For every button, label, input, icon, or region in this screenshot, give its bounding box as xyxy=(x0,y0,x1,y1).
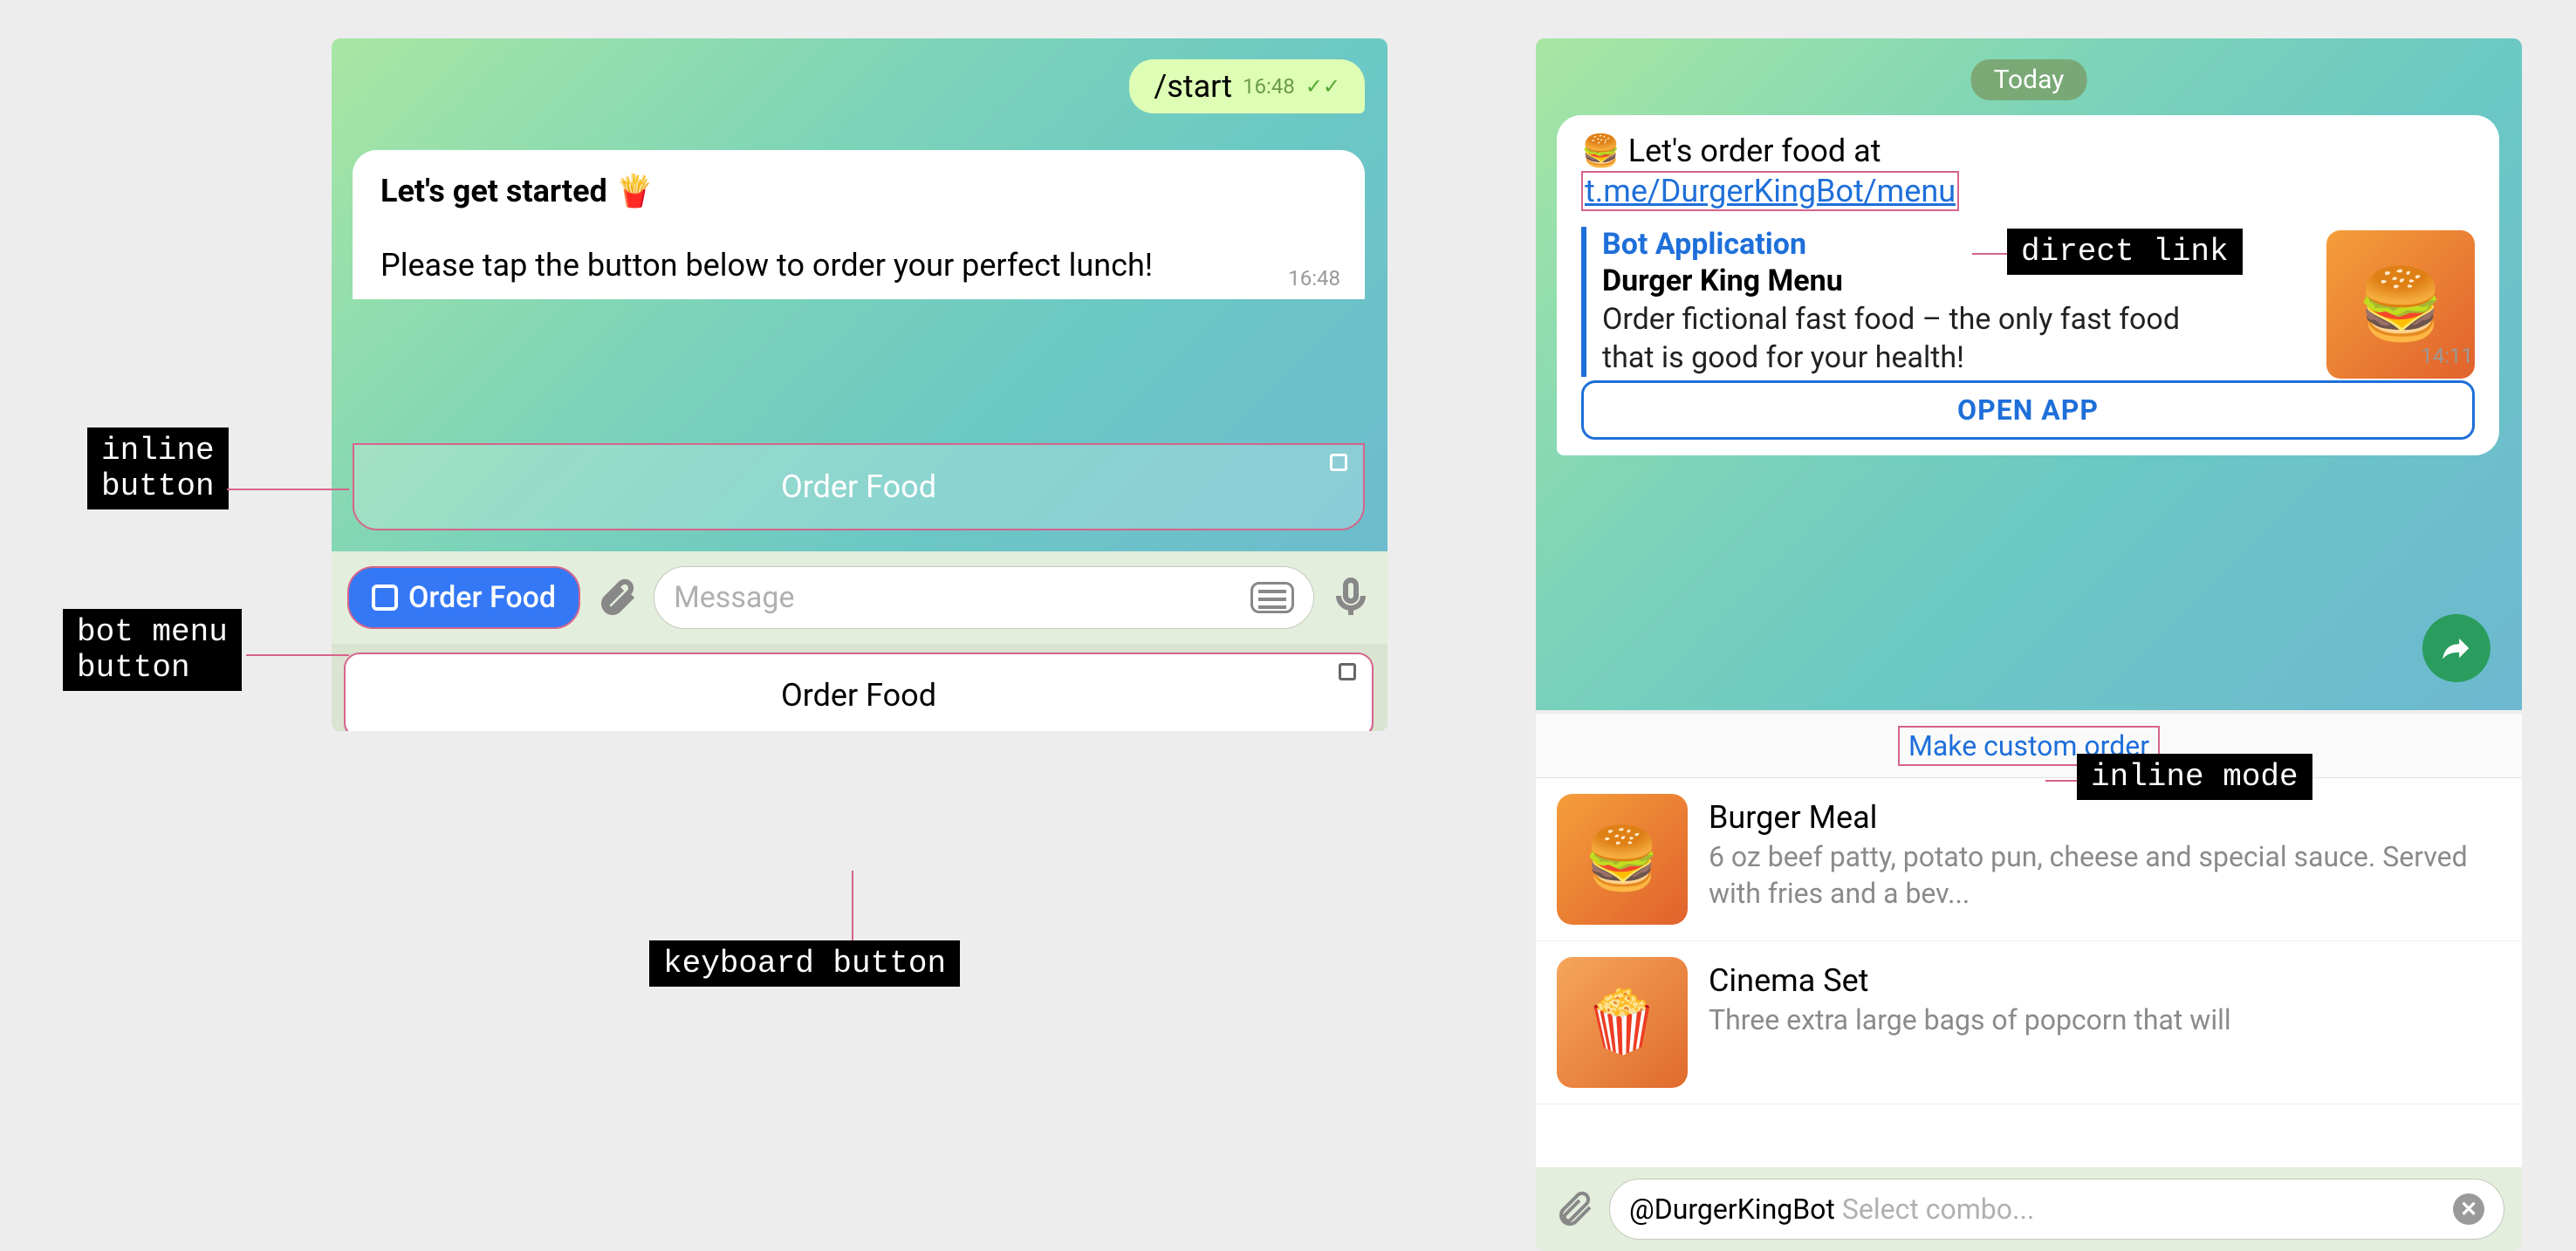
annotation-connector xyxy=(227,489,349,490)
chat-input-bar: Order Food Message xyxy=(332,551,1387,644)
forward-button[interactable] xyxy=(2422,614,2490,682)
chat-background: Today 🍔 Let's order food at t.me/DurgerK… xyxy=(1536,38,2522,710)
voice-button[interactable] xyxy=(1330,577,1372,619)
message-time: 14:11 xyxy=(2421,344,2473,368)
result-title: Cinema Set xyxy=(1709,962,2501,999)
annotation-connector xyxy=(246,654,349,656)
incoming-message[interactable]: Let's get started 🍟 Please tap the butto… xyxy=(353,150,1365,299)
annotation-keyboard-button: keyboard button xyxy=(649,940,960,987)
paperclip-icon xyxy=(596,577,638,619)
reply-keyboard-button[interactable]: Order Food xyxy=(344,653,1374,731)
incoming-body: Please tap the button below to order you… xyxy=(380,244,1337,287)
result-thumbnail: 🍔 xyxy=(1557,794,1688,925)
inline-button-label: Order Food xyxy=(781,468,936,505)
outgoing-text: /start xyxy=(1154,68,1232,105)
inline-switch-pm-row: Make custom order xyxy=(1536,714,2522,778)
message-input[interactable]: @DurgerKingBot Select combo... ✕ xyxy=(1609,1179,2504,1240)
annotation-connector xyxy=(2045,780,2077,782)
forward-arrow-icon xyxy=(2440,632,2473,665)
telegram-chat-left: /start 16:48 ✓✓ Let's get started 🍟 Plea… xyxy=(332,38,1387,731)
attach-button[interactable] xyxy=(1553,1188,1595,1230)
annotation-connector xyxy=(852,871,853,940)
outgoing-message[interactable]: /start 16:48 ✓✓ xyxy=(1129,59,1365,113)
keyboard-button-label: Order Food xyxy=(781,677,936,714)
annotation-bot-menu-button: bot menu button xyxy=(63,609,242,691)
date-separator: Today xyxy=(1971,59,2087,100)
attach-button[interactable] xyxy=(596,577,638,619)
message-input[interactable]: Message xyxy=(654,566,1314,629)
paperclip-icon xyxy=(1553,1188,1595,1230)
webapp-icon xyxy=(1339,663,1356,680)
message-text-prefix: 🍔 Let's order food at xyxy=(1581,133,2475,169)
read-ticks-icon: ✓✓ xyxy=(1305,74,1340,99)
webapp-icon xyxy=(1330,454,1347,471)
clear-input-button[interactable]: ✕ xyxy=(2453,1193,2484,1225)
chat-input-bar: @DurgerKingBot Select combo... ✕ xyxy=(1536,1167,2522,1251)
menu-button-label: Order Food xyxy=(408,580,556,615)
inline-results-list[interactable]: 🍔 Burger Meal 6 oz beef patty, potato pu… xyxy=(1536,778,2522,1167)
incoming-time: 16:48 xyxy=(1288,266,1340,291)
result-description: 6 oz beef patty, potato pun, cheese and … xyxy=(1709,839,2501,912)
open-app-button[interactable]: OPEN APP xyxy=(1581,380,2475,440)
message-placeholder: Message xyxy=(674,580,794,615)
incoming-message[interactable]: 🍔 Let's order food at t.me/DurgerKingBot… xyxy=(1557,115,2499,455)
preview-description: Order fictional fast food – the only fas… xyxy=(1602,300,2230,377)
incoming-heading: Let's get started 🍟 xyxy=(380,173,1337,209)
result-description: Three extra large bags of popcorn that w… xyxy=(1709,1002,2501,1039)
microphone-icon xyxy=(1330,577,1372,619)
annotation-direct-link: direct link xyxy=(2007,229,2243,275)
chat-background: /start 16:48 ✓✓ Let's get started 🍟 Plea… xyxy=(332,38,1387,731)
result-title: Burger Meal xyxy=(1709,799,2501,836)
inline-mention: @DurgerKingBot xyxy=(1629,1193,1835,1226)
inline-result[interactable]: 🍿 Cinema Set Three extra large bags of p… xyxy=(1536,941,2522,1104)
outgoing-time: 16:48 xyxy=(1243,74,1295,99)
result-thumbnail: 🍿 xyxy=(1557,957,1688,1088)
inline-result[interactable]: 🍔 Burger Meal 6 oz beef patty, potato pu… xyxy=(1536,778,2522,941)
telegram-chat-right: Today 🍔 Let's order food at t.me/DurgerK… xyxy=(1536,38,2522,1251)
bot-menu-button[interactable]: Order Food xyxy=(347,566,580,629)
webapp-box-icon xyxy=(372,584,398,611)
inline-placeholder: Select combo... xyxy=(1842,1193,2446,1226)
reply-keyboard-panel: Order Food xyxy=(332,644,1387,731)
direct-link[interactable]: t.me/DurgerKingBot/menu xyxy=(1581,171,1959,211)
annotation-inline-button: inline button xyxy=(87,427,229,509)
annotation-inline-mode: inline mode xyxy=(2077,754,2312,800)
keyboard-toggle-icon[interactable] xyxy=(1250,582,1294,613)
inline-keyboard-button[interactable]: Order Food xyxy=(353,443,1365,530)
annotation-connector xyxy=(1972,253,2007,255)
